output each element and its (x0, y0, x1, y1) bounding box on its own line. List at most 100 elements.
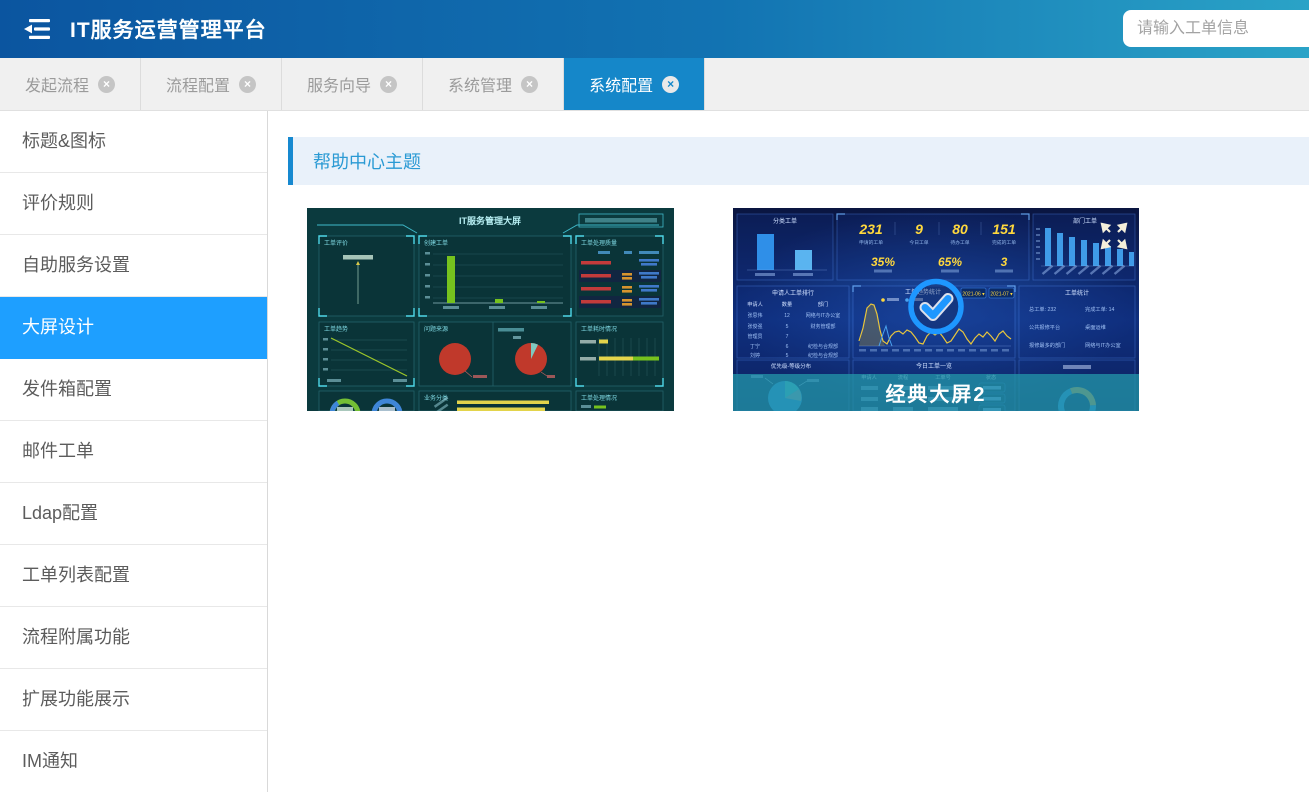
expand-fullscreen-icon[interactable] (1099, 221, 1129, 251)
t1-panel-handle-title: 工单处理情况 (581, 394, 617, 402)
t2-panel-today-title: 今日工单一览 (916, 362, 952, 370)
rank-header-dept: 部门 (818, 300, 828, 308)
theme1-title: IT服务管理大屏 (459, 215, 521, 226)
rank-cell: 纪检与合规部 (808, 352, 838, 359)
t1-panel-trend-title: 工单趋势 (324, 325, 348, 333)
search-input[interactable] (1123, 10, 1309, 47)
main-content: 帮助中心主题 IT服务管理大屏 (268, 111, 1309, 792)
sidebar-item-process-addons[interactable]: 流程附属功能 (0, 607, 267, 669)
sidebar-item-title-icon[interactable]: 标题&图标 (0, 111, 267, 173)
theme-caption-text: 经典大屏2 (885, 378, 986, 407)
stat-done-value: 151 (992, 221, 1016, 237)
tab-system-manage[interactable]: 系统管理 × (423, 58, 564, 110)
micro-text-smudge (585, 218, 657, 223)
rank-cell: 7 (786, 334, 789, 340)
date-filter-2[interactable]: 2021-07 ▾ (990, 291, 1013, 297)
summary-most-dept-value: 网络与IT办公室 (1085, 341, 1121, 349)
tab-service-guide[interactable]: 服务向导 × (282, 58, 423, 110)
t2-panel-summary-title: 工单统计 (1065, 289, 1089, 297)
rank-cell: 6 (786, 344, 789, 350)
theme-card-classic-bigscreen-2[interactable]: 分类工单 231 9 80 151 (733, 208, 1139, 411)
sidebar-item-mail-ticket[interactable]: 邮件工单 (0, 421, 267, 483)
tab-close-icon[interactable]: × (521, 76, 538, 93)
sidebar-item-outbox-config[interactable]: 发件箱配置 (0, 359, 267, 421)
summary-desktop: 桌面运维 (1085, 323, 1106, 331)
summary-most-dept-label: 报修最多的部门 (1029, 341, 1065, 349)
stat-applied-label: 申请的工单 (859, 239, 883, 246)
summary-platform: 公共报修平台 (1029, 323, 1060, 331)
summary-total: 总工单: 232 (1029, 305, 1056, 313)
rank-header-applicant: 申请人 (747, 300, 763, 308)
theme1-preview: IT服务管理大屏 (307, 208, 674, 411)
section-header: 帮助中心主题 (288, 137, 1309, 185)
sidebar-item-selfservice[interactable]: 自助服务设置 (0, 235, 267, 297)
rank-cell: 财务管理部 (810, 323, 835, 330)
tab-label: 发起流程 (25, 72, 89, 96)
rank-cell: 管理员 (747, 333, 762, 340)
micro-text-smudge (580, 357, 596, 361)
app-window: IT服务运营管理平台 发起流程 × 流程配置 × 服务向导 × 系统管理 × 系… (0, 0, 1309, 792)
sidebar-item-ldap-config[interactable]: Ldap配置 (0, 483, 267, 545)
rank-cell: 刘婷 (750, 352, 760, 359)
t2-panel-dept-title: 部门工单 (1073, 217, 1097, 225)
stat-rate2: 65% (938, 255, 962, 269)
micro-text-smudge (874, 270, 892, 273)
t2-panel-rank-title: 申请人工单排行 (772, 289, 814, 297)
sidebar-item-extensions[interactable]: 扩展功能展示 (0, 669, 267, 731)
micro-text-smudge (473, 375, 487, 378)
tab-close-icon[interactable]: × (239, 76, 256, 93)
t2-panel-class-title: 分类工单 (773, 217, 797, 225)
sidebar-item-im-notify[interactable]: IM通知 (0, 731, 267, 792)
rank-cell: 5 (786, 353, 789, 359)
t1-panel-cost-title: 工单耗时情况 (581, 325, 617, 333)
micro-text-smudge (995, 270, 1013, 273)
rank-cell: 网络与IT办公室 (806, 312, 840, 319)
tab-label: 流程配置 (166, 72, 230, 96)
tab-bar: 发起流程 × 流程配置 × 服务向导 × 系统管理 × 系统配置 × (0, 58, 1309, 111)
micro-text-smudge (343, 255, 373, 260)
rank-header-count: 数量 (782, 300, 792, 308)
rank-cell: 丁宁 (750, 343, 760, 350)
sidebar-item-rating-rules[interactable]: 评价规则 (0, 173, 267, 235)
tab-start-process[interactable]: 发起流程 × (0, 58, 141, 110)
tab-label: 服务向导 (307, 72, 371, 96)
date-filter-1[interactable]: 2021-06 ▾ (962, 291, 985, 297)
stat-done-label: 完成的工单 (992, 239, 1016, 246)
rank-cell: 纪检与合规部 (808, 343, 838, 350)
micro-text-smudge (941, 270, 959, 273)
t1-panel-eval-title: 工单评价 (324, 239, 348, 247)
sidebar-item-ticket-list-config[interactable]: 工单列表配置 (0, 545, 267, 607)
collapse-menu-icon[interactable] (22, 18, 52, 40)
section-title: 帮助中心主题 (313, 148, 421, 174)
tab-system-config[interactable]: 系统配置 × (564, 58, 705, 110)
stat-today-label: 今日工单 (909, 239, 928, 246)
theme-card-it-service-bigscreen[interactable]: IT服务管理大屏 (307, 208, 674, 411)
micro-text-smudge (1063, 365, 1091, 369)
app-title: IT服务运营管理平台 (70, 14, 267, 44)
stat-todo-value: 80 (952, 221, 968, 237)
rank-cell: 张思伟 (747, 312, 762, 319)
app-header: IT服务运营管理平台 (0, 0, 1309, 58)
stat-rate1: 35% (871, 255, 895, 269)
sidebar-item-bigscreen-design[interactable]: 大屏设计 (0, 297, 267, 359)
t1-panel-quality-title: 工单处理质量 (581, 239, 617, 247)
theme-gallery: IT服务管理大屏 (307, 208, 1309, 411)
stat-rate3: 3 (1001, 255, 1008, 269)
t2-panel-priority-title: 优先级-等级分布 (771, 362, 812, 370)
tab-label: 系统管理 (448, 72, 512, 96)
stat-applied-value: 231 (858, 221, 883, 237)
tab-close-icon[interactable]: × (662, 76, 679, 93)
tab-process-config[interactable]: 流程配置 × (141, 58, 282, 110)
settings-sidebar: 标题&图标 评价规则 自助服务设置 大屏设计 发件箱配置 邮件工单 Ldap配置… (0, 111, 268, 792)
selected-check-icon (907, 277, 965, 335)
t1-panel-create-title: 创建工单 (424, 239, 448, 247)
tab-close-icon[interactable]: × (380, 76, 397, 93)
summary-done: 完成工单: 14 (1085, 305, 1115, 313)
t1-panel-source-title: 问题来源 (424, 325, 448, 333)
stat-todo-label: 待办工单 (950, 239, 969, 246)
stat-today-value: 9 (915, 221, 923, 237)
micro-text-smudge (580, 340, 596, 344)
rank-cell: 张俊强 (747, 323, 762, 330)
tab-close-icon[interactable]: × (98, 76, 115, 93)
theme-caption: 经典大屏2 (733, 374, 1139, 411)
